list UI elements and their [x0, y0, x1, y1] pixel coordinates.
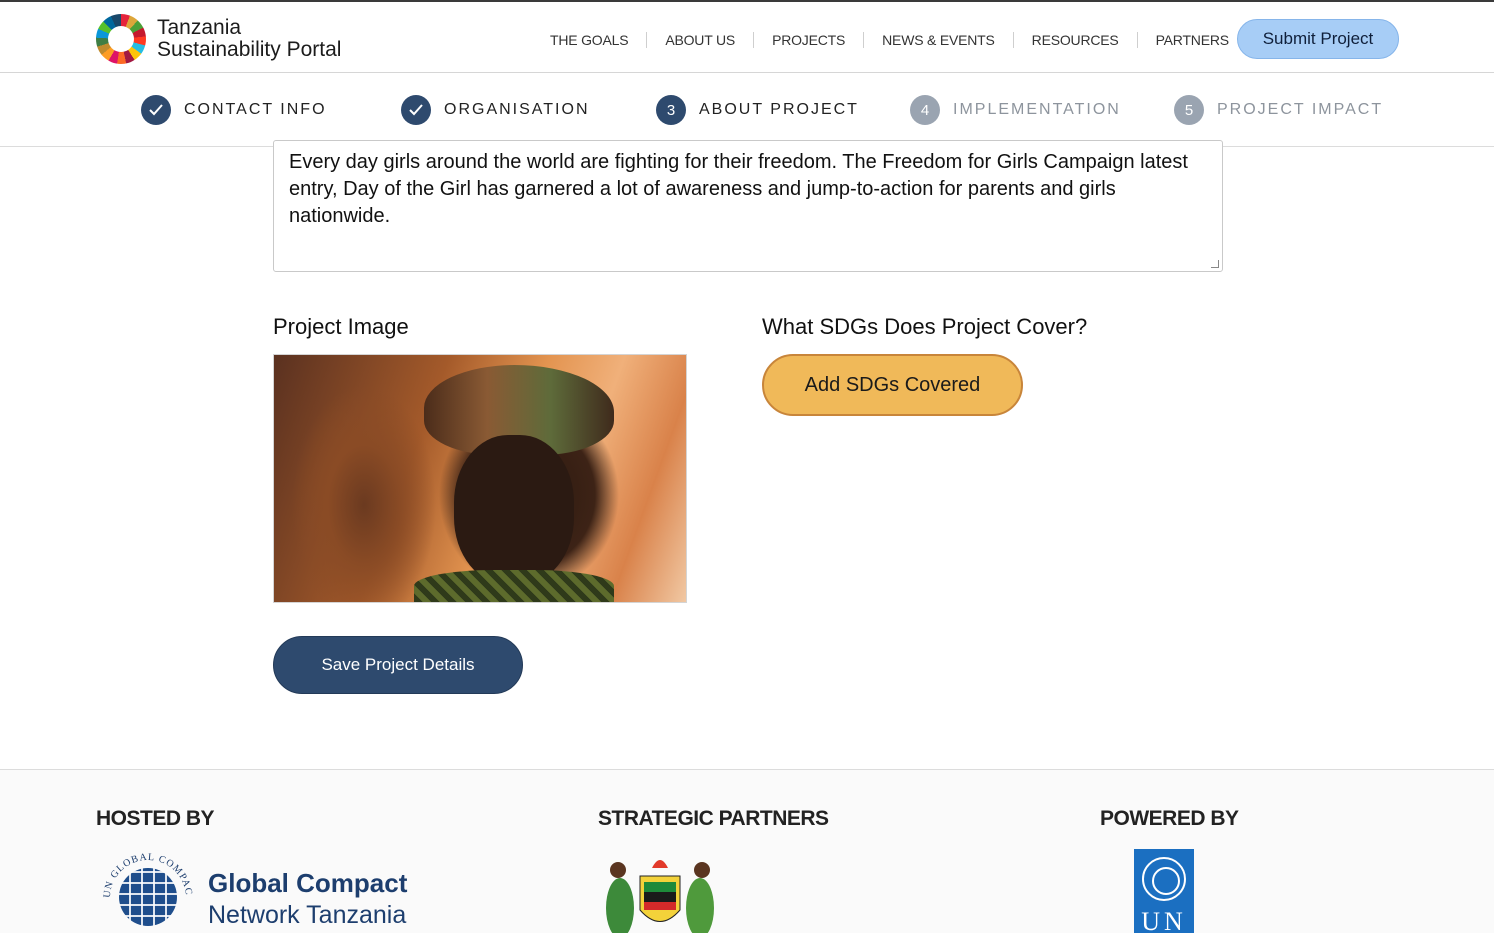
- project-description-textarea[interactable]: Every day girls around the world are fig…: [273, 140, 1223, 272]
- step-label: PROJECT IMPACT: [1217, 101, 1384, 118]
- check-icon: [141, 95, 171, 125]
- step-number: 5: [1174, 95, 1204, 125]
- save-project-details-button[interactable]: Save Project Details: [273, 636, 523, 694]
- nav-partners[interactable]: PARTNERS: [1138, 32, 1247, 48]
- nav-the-goals[interactable]: THE GOALS: [532, 32, 648, 48]
- logo-line-1: Tanzania: [157, 16, 242, 39]
- image-face: [454, 435, 574, 585]
- form-stepper: CONTACT INFO ORGANISATION 3 ABOUT PROJEC…: [0, 73, 1494, 147]
- hosted-by-heading: HOSTED BY: [96, 807, 215, 830]
- site-logo[interactable]: Tanzania Sustainability Portal: [96, 14, 341, 64]
- check-icon: [401, 95, 431, 125]
- step-implementation[interactable]: 4 IMPLEMENTATION: [910, 73, 1121, 147]
- site-footer: HOSTED BY STRATEGIC PARTNERS POWERED BY …: [0, 769, 1494, 933]
- strategic-partners-heading: STRATEGIC PARTNERS: [598, 807, 829, 830]
- step-label: CONTACT INFO: [184, 101, 327, 118]
- site-header: Tanzania Sustainability Portal THE GOALS…: [0, 0, 1494, 73]
- tanzania-coat-of-arms-icon[interactable]: [600, 848, 720, 933]
- add-sdgs-button[interactable]: Add SDGs Covered: [762, 354, 1023, 416]
- un-emblem-icon: [1142, 857, 1186, 901]
- step-label: ORGANISATION: [444, 101, 590, 118]
- step-project-impact[interactable]: 5 PROJECT IMPACT: [1174, 73, 1383, 147]
- project-image-label: Project Image: [273, 314, 409, 339]
- sdg-question-label: What SDGs Does Project Cover?: [762, 314, 1088, 339]
- step-label: IMPLEMENTATION: [953, 101, 1121, 118]
- un-text: UN: [1141, 907, 1187, 933]
- step-label: ABOUT PROJECT: [699, 101, 859, 118]
- step-contact-info[interactable]: CONTACT INFO: [141, 73, 327, 147]
- global-compact-logo[interactable]: UN GLOBAL COMPACT: [100, 850, 196, 933]
- sdg-wheel-icon: [96, 14, 146, 64]
- nav-resources[interactable]: RESOURCES: [1014, 32, 1138, 48]
- step-number: 3: [656, 95, 686, 125]
- undp-logo[interactable]: UN: [1134, 849, 1194, 933]
- step-number: 4: [910, 95, 940, 125]
- step-organisation[interactable]: ORGANISATION: [401, 73, 590, 147]
- nav-about-us[interactable]: ABOUT US: [647, 32, 755, 48]
- project-description-text: Every day girls around the world are fig…: [289, 151, 1188, 227]
- nav-projects[interactable]: PROJECTS: [754, 32, 865, 48]
- step-about-project[interactable]: 3 ABOUT PROJECT: [656, 73, 859, 147]
- main-nav: THE GOALS ABOUT US PROJECTS NEWS & EVENT…: [532, 32, 1247, 48]
- image-dress: [414, 570, 614, 602]
- gc-subtitle: Network Tanzania: [208, 901, 407, 929]
- globe-icon: [119, 868, 177, 926]
- project-image[interactable]: [273, 354, 687, 603]
- site-logo-text: Tanzania Sustainability Portal: [157, 17, 341, 61]
- submit-project-button[interactable]: Submit Project: [1237, 19, 1399, 59]
- powered-by-heading: POWERED BY: [1100, 807, 1239, 830]
- logo-line-2: Sustainability Portal: [157, 38, 342, 61]
- nav-news-events[interactable]: NEWS & EVENTS: [864, 32, 1014, 48]
- resize-handle-icon[interactable]: [1211, 260, 1219, 268]
- gc-name: Global Compact: [208, 868, 408, 898]
